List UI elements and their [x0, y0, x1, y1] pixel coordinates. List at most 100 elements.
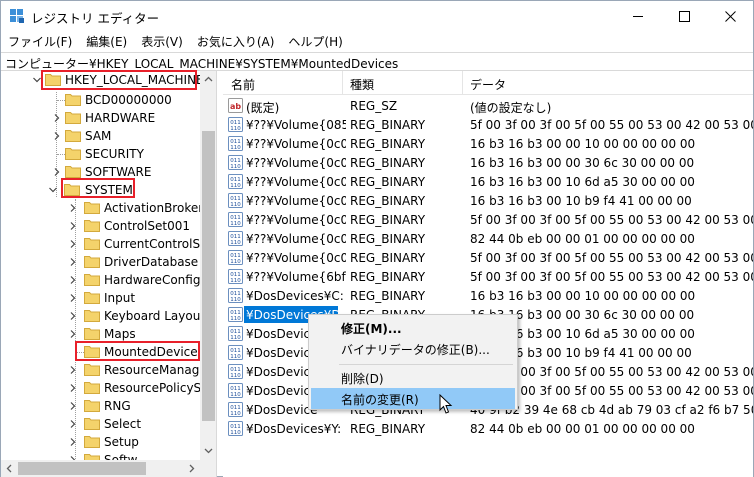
mouse-cursor-icon — [439, 394, 453, 414]
chevron-right-icon[interactable] — [68, 311, 78, 321]
scroll-down-arrow-icon[interactable] — [204, 448, 213, 454]
value-row[interactable]: 011110¥??¥Volume{085... REG_BINARY 5f 00 3… — [223, 115, 753, 134]
tree-vertical-scroll-thumb[interactable] — [202, 131, 215, 421]
value-name: ¥??¥Volume{0c0... — [246, 213, 346, 227]
menu-file[interactable]: ファイル(F) — [1, 31, 79, 51]
scroll-up-arrow-icon[interactable] — [204, 76, 213, 82]
value-row[interactable]: 011110¥??¥Volume{0c0... REG_BINARY 5f 00 3… — [223, 210, 753, 229]
chevron-right-icon[interactable] — [68, 383, 78, 393]
menu-item-modify-binary[interactable]: バイナリデータの修正(B)... — [311, 338, 515, 359]
tree-item-currentcontrolset[interactable]: CurrentControlSet — [1, 235, 212, 253]
column-header-data[interactable]: データ — [470, 76, 506, 93]
minimize-button[interactable] — [615, 1, 661, 31]
tree-item-label: HardwareConfig — [104, 273, 201, 287]
column-header-type[interactable]: 種類 — [350, 76, 374, 93]
chevron-right-icon[interactable] — [52, 167, 62, 177]
scroll-right-arrow-icon[interactable] — [189, 464, 195, 473]
tree-item-bcd[interactable]: BCD00000000 — [1, 91, 200, 109]
menu-item-label: 名前の変更(R) — [341, 393, 419, 407]
close-button[interactable] — [707, 1, 753, 31]
maximize-icon — [678, 10, 690, 22]
tree-horizontal-scrollbar[interactable] — [1, 460, 200, 477]
value-row[interactable]: 011 110 ¥??¥Volume{6bf... REG_BINARY 5f 00 3… — [223, 267, 753, 286]
tree-item-resourcemanager[interactable]: ResourceManager — [1, 361, 212, 379]
chevron-right-icon[interactable] — [68, 221, 78, 231]
tree-item-resourcepolicysto[interactable]: ResourcePolicySto — [1, 379, 213, 397]
value-row[interactable]: 011110¥??¥Volume{0c0... REG_BINARY 82 44 0… — [223, 229, 753, 248]
highlight-box-hklm — [41, 70, 197, 90]
column-divider[interactable] — [342, 71, 343, 95]
tree-item-label: RNG — [104, 399, 131, 413]
svg-text:110: 110 — [230, 335, 241, 341]
tree-item-label: SOFTWARE — [85, 165, 152, 179]
tree-horizontal-scroll-thumb[interactable] — [18, 462, 146, 475]
value-row[interactable]: ab (既定) REG_SZ (値の設定なし) — [223, 96, 753, 115]
tree-item-label: Input — [104, 291, 136, 305]
chevron-right-icon[interactable] — [68, 257, 78, 267]
value-row[interactable]: 011110¥??¥Volume{0c0... REG_BINARY 16 b3 1… — [223, 172, 753, 191]
column-header-name[interactable]: 名前 — [231, 76, 255, 93]
tree-item-label: ResourcePolicySto — [104, 381, 214, 395]
column-divider[interactable] — [462, 71, 463, 95]
value-type: REG_BINARY — [350, 232, 426, 246]
binary-value-icon: 011110 — [228, 193, 243, 208]
address-bar[interactable]: コンピューター¥HKEY_LOCAL_MACHINE¥SYSTEM¥Mounte… — [1, 52, 753, 71]
chevron-right-icon[interactable] — [68, 239, 78, 249]
chevron-right-icon[interactable] — [52, 113, 62, 123]
tree-item-setup[interactable]: Setup — [1, 433, 200, 451]
menu-item-delete[interactable]: 削除(D) — [311, 367, 515, 388]
context-menu: 修正(M)... バイナリデータの修正(B)... 削除(D) 名前の変更(R) — [308, 314, 518, 410]
chevron-down-icon[interactable] — [48, 185, 58, 195]
tree-item-sam[interactable]: SAM — [1, 127, 200, 145]
tree-item-controlset001[interactable]: ControlSet001 — [1, 217, 200, 235]
folder-icon — [84, 238, 100, 250]
svg-text:110: 110 — [230, 316, 241, 322]
svg-text:110: 110 — [230, 240, 241, 246]
value-row[interactable]: 011 110 ¥DosDevices¥C: REG_BINARY 16 b3 16 b… — [223, 286, 753, 305]
folder-icon — [84, 220, 100, 232]
value-data: 16 b3 16 b3 00 10 b9 f4 41 00 00 00 — [470, 194, 692, 208]
tree-item-select[interactable]: Select — [1, 415, 200, 433]
chevron-right-icon[interactable] — [68, 275, 78, 285]
tree-vertical-scrollbar[interactable] — [200, 71, 216, 460]
scroll-left-arrow-icon[interactable] — [6, 464, 12, 473]
menu-help[interactable]: ヘルプ(H) — [281, 31, 349, 51]
menu-item-modify[interactable]: 修正(M)... — [311, 317, 515, 338]
tree-item-keyboard-layout[interactable]: Keyboard Layout — [1, 307, 205, 325]
chevron-right-icon[interactable] — [68, 203, 78, 213]
value-type: REG_BINARY — [350, 213, 426, 227]
tree-item-hardwareconfig[interactable]: HardwareConfig — [1, 271, 200, 289]
value-data: 5f 00 3f 00 3f 00 5f 00 55 00 53 00 42 0… — [470, 270, 753, 284]
value-row[interactable]: 011110¥??¥Volume{0c0... REG_BINARY 5f 00 3… — [223, 248, 753, 267]
chevron-right-icon[interactable] — [52, 131, 62, 141]
value-name: (既定) — [246, 101, 280, 115]
tree-item-hardware[interactable]: HARDWARE — [1, 109, 200, 127]
tree-item-input[interactable]: Input — [1, 289, 200, 307]
menu-favorites[interactable]: お気に入り(A) — [190, 31, 282, 51]
tree-item-activationbroker[interactable]: ActivationBroker — [1, 199, 203, 217]
value-row[interactable]: 011110¥??¥Volume{0c0... REG_BINARY 16 b3 1… — [223, 153, 753, 172]
menu-edit[interactable]: 編集(E) — [79, 31, 134, 51]
chevron-right-icon[interactable] — [68, 401, 78, 411]
value-row[interactable]: 011110¥??¥Volume{0c0... REG_BINARY 16 b3 1… — [223, 134, 753, 153]
chevron-right-icon[interactable] — [68, 419, 78, 429]
binary-value-icon: 011110 — [228, 307, 243, 322]
tree-item-rng[interactable]: RNG — [1, 397, 200, 415]
menu-item-rename[interactable]: 名前の変更(R) — [311, 388, 515, 409]
maximize-button[interactable] — [661, 1, 707, 31]
value-row[interactable]: 011 110 ¥DosDevices¥Y: REG_BINARY 82 44 0b e… — [223, 419, 753, 438]
tree-item-security[interactable]: SECURITY — [1, 145, 200, 163]
menu-item-label: バイナリデータの修正(B)... — [341, 343, 490, 357]
value-name: ¥??¥Volume{0c0... — [246, 175, 346, 189]
binary-value-icon: 011110 — [228, 326, 243, 341]
tree-item-driverdatabase[interactable]: DriverDatabase — [1, 253, 200, 271]
chevron-right-icon[interactable] — [68, 437, 78, 447]
value-type: REG_BINARY — [350, 289, 426, 303]
menu-view[interactable]: 表示(V) — [134, 31, 190, 51]
chevron-right-icon[interactable] — [68, 365, 78, 375]
value-row[interactable]: 011110¥??¥Volume{0c0... REG_BINARY 16 b3 1… — [223, 191, 753, 210]
value-name: ¥??¥Volume{0c0... — [246, 194, 346, 208]
chevron-right-icon[interactable] — [68, 329, 78, 339]
binary-value-icon: 011110 — [228, 117, 243, 132]
chevron-right-icon[interactable] — [68, 293, 78, 303]
